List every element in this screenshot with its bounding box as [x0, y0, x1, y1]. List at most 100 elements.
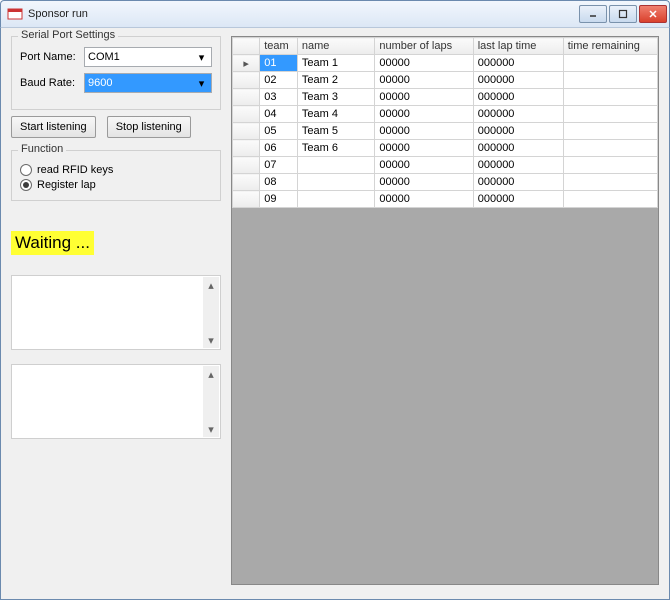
- scrollbar[interactable]: ▴ ▾: [203, 277, 219, 348]
- col-last[interactable]: last lap time: [473, 38, 563, 55]
- row-header[interactable]: [233, 191, 260, 208]
- teams-table[interactable]: team name number of laps last lap time t…: [232, 37, 658, 208]
- cell-team[interactable]: 08: [260, 174, 298, 191]
- cell-last[interactable]: 000000: [473, 72, 563, 89]
- radio-read-label: read RFID keys: [37, 164, 113, 176]
- row-header[interactable]: [233, 157, 260, 174]
- cell-laps[interactable]: 00000: [375, 106, 473, 123]
- cell-last[interactable]: 000000: [473, 89, 563, 106]
- row-header[interactable]: [233, 72, 260, 89]
- radio-register-lap[interactable]: Register lap: [20, 179, 212, 191]
- cell-laps[interactable]: 00000: [375, 55, 473, 72]
- row-header[interactable]: [233, 123, 260, 140]
- cell-laps[interactable]: 00000: [375, 174, 473, 191]
- port-name-label: Port Name:: [20, 51, 84, 63]
- cell-team[interactable]: 01: [260, 55, 298, 72]
- cell-name[interactable]: Team 1: [297, 55, 374, 72]
- row-header[interactable]: ▸: [233, 55, 260, 72]
- scroll-down-icon[interactable]: ▾: [203, 332, 219, 348]
- scrollbar[interactable]: ▴ ▾: [203, 366, 219, 437]
- row-header[interactable]: [233, 106, 260, 123]
- cell-last[interactable]: 000000: [473, 191, 563, 208]
- baud-rate-combo[interactable]: 9600 ▾: [84, 73, 212, 93]
- table-row[interactable]: 03Team 300000000000: [233, 89, 658, 106]
- table-row[interactable]: 08 00000000000: [233, 174, 658, 191]
- cell-team[interactable]: 05: [260, 123, 298, 140]
- baud-rate-value: 9600: [88, 77, 112, 89]
- data-grid[interactable]: team name number of laps last lap time t…: [231, 36, 659, 585]
- radio-icon: [20, 164, 32, 176]
- cell-team[interactable]: 09: [260, 191, 298, 208]
- radio-icon: [20, 179, 32, 191]
- port-name-combo[interactable]: COM1 ▾: [84, 47, 212, 67]
- cell-team[interactable]: 07: [260, 157, 298, 174]
- cell-rem[interactable]: [563, 191, 657, 208]
- table-row[interactable]: 05Team 500000000000: [233, 123, 658, 140]
- radio-read-rfid[interactable]: read RFID keys: [20, 164, 212, 176]
- table-row[interactable]: 07 00000000000: [233, 157, 658, 174]
- cell-last[interactable]: 000000: [473, 174, 563, 191]
- cell-laps[interactable]: 00000: [375, 89, 473, 106]
- cell-laps[interactable]: 00000: [375, 157, 473, 174]
- table-header-row: team name number of laps last lap time t…: [233, 38, 658, 55]
- cell-rem[interactable]: [563, 140, 657, 157]
- cell-team[interactable]: 04: [260, 106, 298, 123]
- cell-name[interactable]: [297, 157, 374, 174]
- left-panel: Serial Port Settings Port Name: COM1 ▾ B…: [1, 28, 231, 599]
- cell-laps[interactable]: 00000: [375, 123, 473, 140]
- row-header[interactable]: [233, 174, 260, 191]
- titlebar[interactable]: Sponsor run: [0, 0, 670, 28]
- cell-name[interactable]: Team 2: [297, 72, 374, 89]
- cell-last[interactable]: 000000: [473, 157, 563, 174]
- table-row[interactable]: ▸01Team 100000000000: [233, 55, 658, 72]
- scroll-up-icon[interactable]: ▴: [203, 366, 219, 382]
- cell-last[interactable]: 000000: [473, 106, 563, 123]
- start-listening-button[interactable]: Start listening: [11, 116, 96, 138]
- row-header[interactable]: [233, 140, 260, 157]
- table-row[interactable]: 04Team 400000000000: [233, 106, 658, 123]
- cell-rem[interactable]: [563, 89, 657, 106]
- log-textbox-2[interactable]: ▴ ▾: [11, 364, 221, 439]
- table-row[interactable]: 02Team 200000000000: [233, 72, 658, 89]
- cell-team[interactable]: 03: [260, 89, 298, 106]
- cell-rem[interactable]: [563, 106, 657, 123]
- chevron-down-icon: ▾: [194, 50, 209, 64]
- cell-team[interactable]: 02: [260, 72, 298, 89]
- function-legend: Function: [18, 143, 66, 155]
- cell-name[interactable]: [297, 174, 374, 191]
- cell-last[interactable]: 000000: [473, 123, 563, 140]
- cell-rem[interactable]: [563, 55, 657, 72]
- log-textbox-1[interactable]: ▴ ▾: [11, 275, 221, 350]
- cell-rem[interactable]: [563, 174, 657, 191]
- cell-laps[interactable]: 00000: [375, 72, 473, 89]
- maximize-button[interactable]: [609, 5, 637, 23]
- scroll-down-icon[interactable]: ▾: [203, 421, 219, 437]
- cell-laps[interactable]: 00000: [375, 140, 473, 157]
- cell-laps[interactable]: 00000: [375, 191, 473, 208]
- table-row[interactable]: 06Team 600000000000: [233, 140, 658, 157]
- cell-rem[interactable]: [563, 72, 657, 89]
- close-button[interactable]: [639, 5, 667, 23]
- cell-name[interactable]: [297, 191, 374, 208]
- minimize-button[interactable]: [579, 5, 607, 23]
- cell-name[interactable]: Team 6: [297, 140, 374, 157]
- serial-settings-group: Serial Port Settings Port Name: COM1 ▾ B…: [11, 36, 221, 110]
- cell-team[interactable]: 06: [260, 140, 298, 157]
- function-group: Function read RFID keys Register lap: [11, 150, 221, 201]
- cell-rem[interactable]: [563, 123, 657, 140]
- cell-name[interactable]: Team 5: [297, 123, 374, 140]
- table-row[interactable]: 09 00000000000: [233, 191, 658, 208]
- baud-rate-label: Baud Rate:: [20, 77, 84, 89]
- col-name[interactable]: name: [297, 38, 374, 55]
- col-team[interactable]: team: [260, 38, 298, 55]
- cell-rem[interactable]: [563, 157, 657, 174]
- col-rem[interactable]: time remaining: [563, 38, 657, 55]
- chevron-down-icon: ▾: [194, 76, 209, 90]
- cell-name[interactable]: Team 3: [297, 89, 374, 106]
- cell-last[interactable]: 000000: [473, 55, 563, 72]
- row-header[interactable]: [233, 89, 260, 106]
- cell-last[interactable]: 000000: [473, 140, 563, 157]
- col-laps[interactable]: number of laps: [375, 38, 473, 55]
- scroll-up-icon[interactable]: ▴: [203, 277, 219, 293]
- cell-name[interactable]: Team 4: [297, 106, 374, 123]
